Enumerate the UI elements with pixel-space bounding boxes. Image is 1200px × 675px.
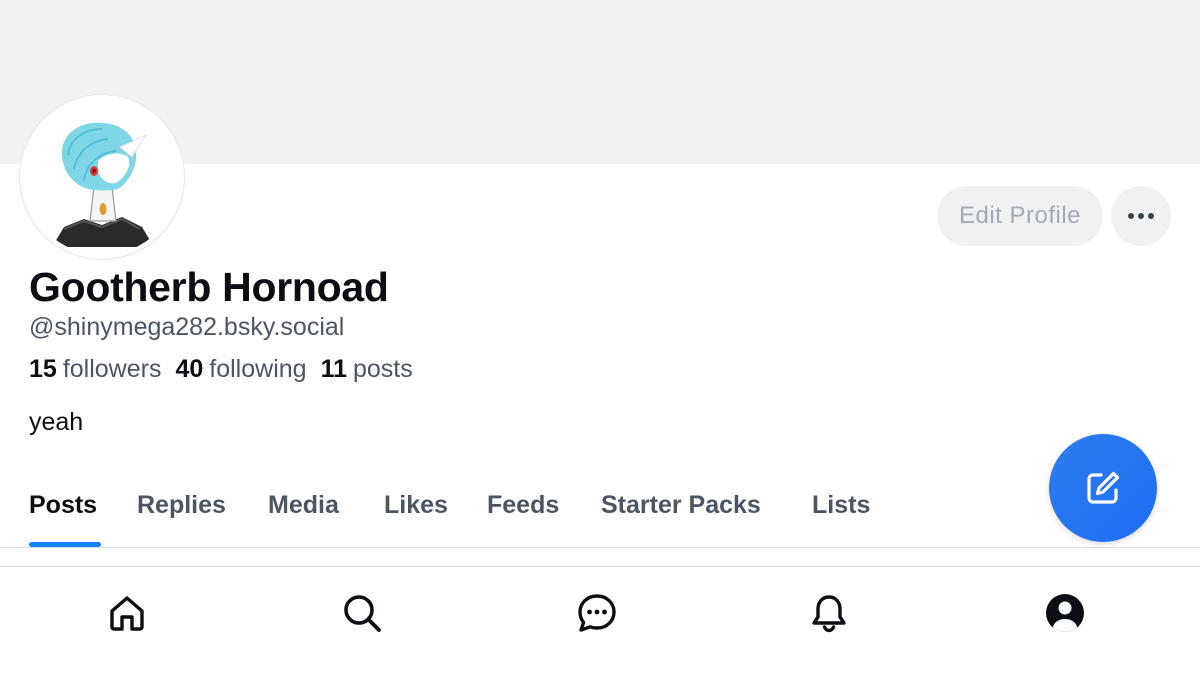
nav-profile[interactable] (1043, 591, 1087, 635)
posts-count: 11 (320, 355, 347, 383)
posts-stat: 11 posts (321, 355, 413, 384)
posts-label: posts (353, 355, 413, 383)
profile-icon (1046, 594, 1084, 632)
nav-notifications[interactable] (807, 591, 851, 635)
active-tab-indicator (29, 542, 101, 547)
profile-bio: yeah (29, 408, 84, 436)
following-stat[interactable]: 40 following (175, 355, 306, 384)
tab-lists[interactable]: Lists (812, 470, 870, 548)
tab-replies[interactable]: Replies (137, 470, 226, 548)
avatar-image (24, 99, 180, 255)
profile-handle: @shinymega282.bsky.social (29, 313, 345, 341)
profile-screen: Edit Profile Gootherb Hornoad @shinymega… (0, 0, 1200, 675)
profile-stats: 15 followers 40 following 11 posts (29, 355, 413, 384)
tab-starter-packs[interactable]: Starter Packs (601, 470, 761, 548)
tab-feeds[interactable]: Feeds (487, 470, 559, 548)
avatar[interactable] (20, 95, 184, 259)
followers-label: followers (62, 355, 162, 383)
followers-count: 15 (29, 355, 57, 383)
nav-chat[interactable] (575, 591, 619, 635)
edit-profile-button[interactable]: Edit Profile (937, 186, 1103, 246)
following-count: 40 (175, 355, 204, 383)
nav-home[interactable] (105, 591, 149, 635)
followers-stat[interactable]: 15 followers (29, 355, 161, 384)
profile-banner[interactable] (0, 0, 1200, 164)
nav-search[interactable] (340, 591, 384, 635)
home-icon (110, 596, 144, 631)
more-options-button[interactable] (1111, 186, 1171, 246)
display-name: Gootherb Hornoad (29, 264, 389, 310)
tab-posts[interactable]: Posts (29, 470, 97, 548)
compose-icon (1087, 471, 1120, 504)
bottom-navigation (0, 566, 1200, 675)
following-label: following (209, 355, 307, 383)
profile-tabs: Posts Replies Media Likes Feeds Starter … (0, 470, 1200, 548)
bell-icon (812, 595, 846, 633)
more-horizontal-icon (1128, 213, 1154, 219)
search-icon (344, 595, 381, 632)
chat-icon (578, 594, 616, 632)
tab-media[interactable]: Media (268, 470, 339, 548)
compose-post-button[interactable] (1049, 434, 1157, 542)
tab-likes[interactable]: Likes (384, 470, 448, 548)
